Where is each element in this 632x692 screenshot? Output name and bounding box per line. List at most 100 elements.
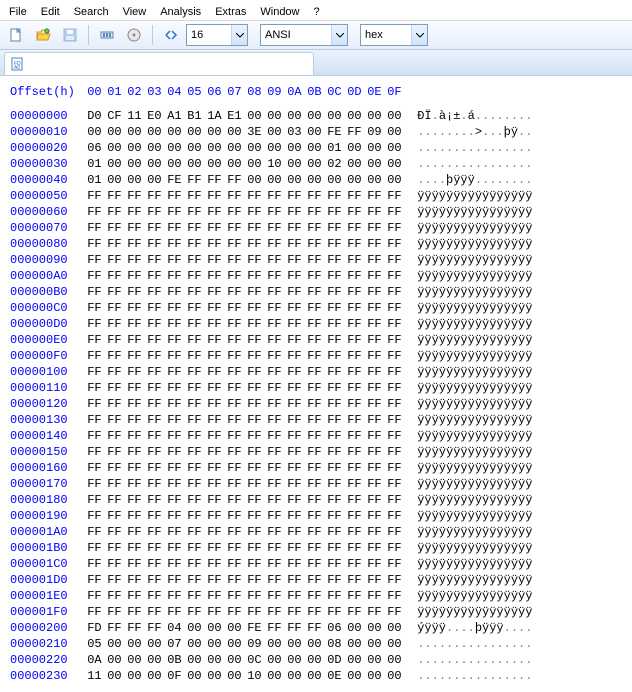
hex-row[interactable]: 000000D0 FFFFFFFFFFFFFFFFFFFFFFFFFFFFFFF… bbox=[10, 316, 622, 332]
row-ascii[interactable]: ÿÿÿÿÿÿÿÿÿÿÿÿÿÿÿÿ bbox=[417, 460, 532, 476]
hex-row[interactable]: 00000060 FFFFFFFFFFFFFFFFFFFFFFFFFFFFFFF… bbox=[10, 204, 622, 220]
hex-row[interactable]: 00000180 FFFFFFFFFFFFFFFFFFFFFFFFFFFFFFF… bbox=[10, 492, 622, 508]
open-file-button[interactable] bbox=[31, 23, 55, 47]
row-hex[interactable]: 05000000070000000900000008000000 bbox=[87, 636, 407, 652]
row-hex[interactable]: FFFFFFFFFFFFFFFFFFFFFFFFFFFFFFFF bbox=[87, 556, 407, 572]
row-ascii[interactable]: ÿÿÿÿÿÿÿÿÿÿÿÿÿÿÿÿ bbox=[417, 220, 532, 236]
row-ascii[interactable]: ÿÿÿÿÿÿÿÿÿÿÿÿÿÿÿÿ bbox=[417, 252, 532, 268]
row-hex[interactable]: 01000000FEFFFFFF0000000000000000 bbox=[87, 172, 407, 188]
hex-row[interactable]: 000001E0 FFFFFFFFFFFFFFFFFFFFFFFFFFFFFFF… bbox=[10, 588, 622, 604]
encoding-select[interactable]: ANSI bbox=[260, 24, 348, 46]
menu-extras[interactable]: Extras bbox=[208, 0, 253, 20]
row-hex[interactable]: FFFFFFFFFFFFFFFFFFFFFFFFFFFFFFFF bbox=[87, 204, 407, 220]
row-hex[interactable]: FDFFFFFF04000000FEFFFFFF06000000 bbox=[87, 620, 407, 636]
hex-row[interactable]: 000000B0 FFFFFFFFFFFFFFFFFFFFFFFFFFFFFFF… bbox=[10, 284, 622, 300]
row-hex[interactable]: FFFFFFFFFFFFFFFFFFFFFFFFFFFFFFFF bbox=[87, 348, 407, 364]
hex-row[interactable]: 00000110 FFFFFFFFFFFFFFFFFFFFFFFFFFFFFFF… bbox=[10, 380, 622, 396]
hex-row[interactable]: 00000100 FFFFFFFFFFFFFFFFFFFFFFFFFFFFFFF… bbox=[10, 364, 622, 380]
row-ascii[interactable]: ÿÿÿÿÿÿÿÿÿÿÿÿÿÿÿÿ bbox=[417, 268, 532, 284]
hex-view[interactable]: Offset(h) 000102030405060708090A0B0C0D0E… bbox=[0, 76, 632, 692]
row-ascii[interactable]: ÿÿÿÿÿÿÿÿÿÿÿÿÿÿÿÿ bbox=[417, 284, 532, 300]
menu-view[interactable]: View bbox=[116, 0, 154, 20]
file-tab[interactable]: FDA0 bbox=[4, 52, 314, 75]
row-hex[interactable]: FFFFFFFFFFFFFFFFFFFFFFFFFFFFFFFF bbox=[87, 444, 407, 460]
hex-row[interactable]: 000001F0 FFFFFFFFFFFFFFFFFFFFFFFFFFFFFFF… bbox=[10, 604, 622, 620]
hex-row[interactable]: 000000C0 FFFFFFFFFFFFFFFFFFFFFFFFFFFFFFF… bbox=[10, 300, 622, 316]
row-ascii[interactable]: ÿÿÿÿÿÿÿÿÿÿÿÿÿÿÿÿ bbox=[417, 508, 532, 524]
bytes-per-row-select[interactable]: 16 bbox=[186, 24, 248, 46]
row-hex[interactable]: 00000000000000003E000300FEFF0900 bbox=[87, 124, 407, 140]
row-hex[interactable]: 0A0000000B0000000C0000000D000000 bbox=[87, 652, 407, 668]
row-hex[interactable]: FFFFFFFFFFFFFFFFFFFFFFFFFFFFFFFF bbox=[87, 572, 407, 588]
row-ascii[interactable]: ÿÿÿÿÿÿÿÿÿÿÿÿÿÿÿÿ bbox=[417, 364, 532, 380]
hex-row[interactable]: 000000F0 FFFFFFFFFFFFFFFFFFFFFFFFFFFFFFF… bbox=[10, 348, 622, 364]
row-ascii[interactable]: ÿÿÿÿÿÿÿÿÿÿÿÿÿÿÿÿ bbox=[417, 572, 532, 588]
menu-window[interactable]: Window bbox=[253, 0, 306, 20]
datatype-select[interactable]: hex bbox=[360, 24, 428, 46]
save-button[interactable] bbox=[58, 23, 82, 47]
hex-row[interactable]: 00000040 01000000FEFFFFFF000000000000000… bbox=[10, 172, 622, 188]
menu-file[interactable]: File bbox=[2, 0, 34, 20]
row-ascii[interactable]: ÐÏ.à¡±.á........ bbox=[417, 108, 532, 124]
hex-row[interactable]: 000001C0 FFFFFFFFFFFFFFFFFFFFFFFFFFFFFFF… bbox=[10, 556, 622, 572]
ram-button[interactable] bbox=[95, 23, 119, 47]
hex-row[interactable]: 000001B0 FFFFFFFFFFFFFFFFFFFFFFFFFFFFFFF… bbox=[10, 540, 622, 556]
columns-button[interactable] bbox=[159, 23, 183, 47]
hex-row[interactable]: 000000E0 FFFFFFFFFFFFFFFFFFFFFFFFFFFFFFF… bbox=[10, 332, 622, 348]
row-hex[interactable]: FFFFFFFFFFFFFFFFFFFFFFFFFFFFFFFF bbox=[87, 220, 407, 236]
row-hex[interactable]: FFFFFFFFFFFFFFFFFFFFFFFFFFFFFFFF bbox=[87, 476, 407, 492]
row-ascii[interactable]: ................ bbox=[417, 140, 532, 156]
hex-row[interactable]: 00000160 FFFFFFFFFFFFFFFFFFFFFFFFFFFFFFF… bbox=[10, 460, 622, 476]
row-ascii[interactable]: ........>...þÿ.. bbox=[417, 124, 532, 140]
hex-row[interactable]: 00000080 FFFFFFFFFFFFFFFFFFFFFFFFFFFFFFF… bbox=[10, 236, 622, 252]
hex-row[interactable]: 00000070 FFFFFFFFFFFFFFFFFFFFFFFFFFFFFFF… bbox=[10, 220, 622, 236]
row-ascii[interactable]: ÿÿÿÿÿÿÿÿÿÿÿÿÿÿÿÿ bbox=[417, 524, 532, 540]
hex-row[interactable]: 000001D0 FFFFFFFFFFFFFFFFFFFFFFFFFFFFFFF… bbox=[10, 572, 622, 588]
row-ascii[interactable]: ÿÿÿÿÿÿÿÿÿÿÿÿÿÿÿÿ bbox=[417, 300, 532, 316]
row-hex[interactable]: FFFFFFFFFFFFFFFFFFFFFFFFFFFFFFFF bbox=[87, 316, 407, 332]
row-hex[interactable]: FFFFFFFFFFFFFFFFFFFFFFFFFFFFFFFF bbox=[87, 428, 407, 444]
row-ascii[interactable]: ÿÿÿÿÿÿÿÿÿÿÿÿÿÿÿÿ bbox=[417, 332, 532, 348]
row-ascii[interactable]: ÿÿÿÿÿÿÿÿÿÿÿÿÿÿÿÿ bbox=[417, 316, 532, 332]
hex-row[interactable]: 00000020 0600000000000000000000000100000… bbox=[10, 140, 622, 156]
hex-row[interactable]: 00000200 FDFFFFFF04000000FEFFFFFF0600000… bbox=[10, 620, 622, 636]
row-ascii[interactable]: ÿÿÿÿÿÿÿÿÿÿÿÿÿÿÿÿ bbox=[417, 204, 532, 220]
row-ascii[interactable]: ÿÿÿÿÿÿÿÿÿÿÿÿÿÿÿÿ bbox=[417, 476, 532, 492]
row-ascii[interactable]: ÿÿÿÿÿÿÿÿÿÿÿÿÿÿÿÿ bbox=[417, 188, 532, 204]
hex-row[interactable]: 00000190 FFFFFFFFFFFFFFFFFFFFFFFFFFFFFFF… bbox=[10, 508, 622, 524]
hex-row[interactable]: 00000170 FFFFFFFFFFFFFFFFFFFFFFFFFFFFFFF… bbox=[10, 476, 622, 492]
row-ascii[interactable]: ÿÿÿÿÿÿÿÿÿÿÿÿÿÿÿÿ bbox=[417, 444, 532, 460]
row-ascii[interactable]: ................ bbox=[417, 636, 532, 652]
row-hex[interactable]: FFFFFFFFFFFFFFFFFFFFFFFFFFFFFFFF bbox=[87, 380, 407, 396]
new-file-button[interactable] bbox=[4, 23, 28, 47]
row-hex[interactable]: FFFFFFFFFFFFFFFFFFFFFFFFFFFFFFFF bbox=[87, 332, 407, 348]
hex-row[interactable]: 00000000 D0CF11E0A1B11AE1000000000000000… bbox=[10, 108, 622, 124]
row-hex[interactable]: FFFFFFFFFFFFFFFFFFFFFFFFFFFFFFFF bbox=[87, 188, 407, 204]
hex-row[interactable]: 00000220 0A0000000B0000000C0000000D00000… bbox=[10, 652, 622, 668]
menu-search[interactable]: Search bbox=[67, 0, 116, 20]
hex-row[interactable]: 00000210 0500000007000000090000000800000… bbox=[10, 636, 622, 652]
hex-row[interactable]: 00000150 FFFFFFFFFFFFFFFFFFFFFFFFFFFFFFF… bbox=[10, 444, 622, 460]
row-hex[interactable]: FFFFFFFFFFFFFFFFFFFFFFFFFFFFFFFF bbox=[87, 508, 407, 524]
row-hex[interactable]: FFFFFFFFFFFFFFFFFFFFFFFFFFFFFFFF bbox=[87, 524, 407, 540]
row-hex[interactable]: FFFFFFFFFFFFFFFFFFFFFFFFFFFFFFFF bbox=[87, 412, 407, 428]
row-ascii[interactable]: ÿÿÿÿÿÿÿÿÿÿÿÿÿÿÿÿ bbox=[417, 428, 532, 444]
hex-row[interactable]: 00000010 00000000000000003E000300FEFF090… bbox=[10, 124, 622, 140]
row-ascii[interactable]: ÿÿÿÿÿÿÿÿÿÿÿÿÿÿÿÿ bbox=[417, 236, 532, 252]
hex-row[interactable]: 000001A0 FFFFFFFFFFFFFFFFFFFFFFFFFFFFFFF… bbox=[10, 524, 622, 540]
row-hex[interactable]: FFFFFFFFFFFFFFFFFFFFFFFFFFFFFFFF bbox=[87, 236, 407, 252]
row-hex[interactable]: FFFFFFFFFFFFFFFFFFFFFFFFFFFFFFFF bbox=[87, 540, 407, 556]
row-hex[interactable]: FFFFFFFFFFFFFFFFFFFFFFFFFFFFFFFF bbox=[87, 396, 407, 412]
row-hex[interactable]: FFFFFFFFFFFFFFFFFFFFFFFFFFFFFFFF bbox=[87, 252, 407, 268]
hex-row[interactable]: 00000090 FFFFFFFFFFFFFFFFFFFFFFFFFFFFFFF… bbox=[10, 252, 622, 268]
row-ascii[interactable]: ÿÿÿÿÿÿÿÿÿÿÿÿÿÿÿÿ bbox=[417, 492, 532, 508]
hex-row[interactable]: 00000050 FFFFFFFFFFFFFFFFFFFFFFFFFFFFFFF… bbox=[10, 188, 622, 204]
row-hex[interactable]: FFFFFFFFFFFFFFFFFFFFFFFFFFFFFFFF bbox=[87, 364, 407, 380]
row-ascii[interactable]: ................ bbox=[417, 156, 532, 172]
menu-?[interactable]: ? bbox=[307, 0, 327, 20]
hex-row[interactable]: 00000140 FFFFFFFFFFFFFFFFFFFFFFFFFFFFFFF… bbox=[10, 428, 622, 444]
row-hex[interactable]: FFFFFFFFFFFFFFFFFFFFFFFFFFFFFFFF bbox=[87, 300, 407, 316]
hex-row[interactable]: 00000130 FFFFFFFFFFFFFFFFFFFFFFFFFFFFFFF… bbox=[10, 412, 622, 428]
row-ascii[interactable]: ................ bbox=[417, 652, 532, 668]
row-ascii[interactable]: ÿÿÿÿÿÿÿÿÿÿÿÿÿÿÿÿ bbox=[417, 396, 532, 412]
